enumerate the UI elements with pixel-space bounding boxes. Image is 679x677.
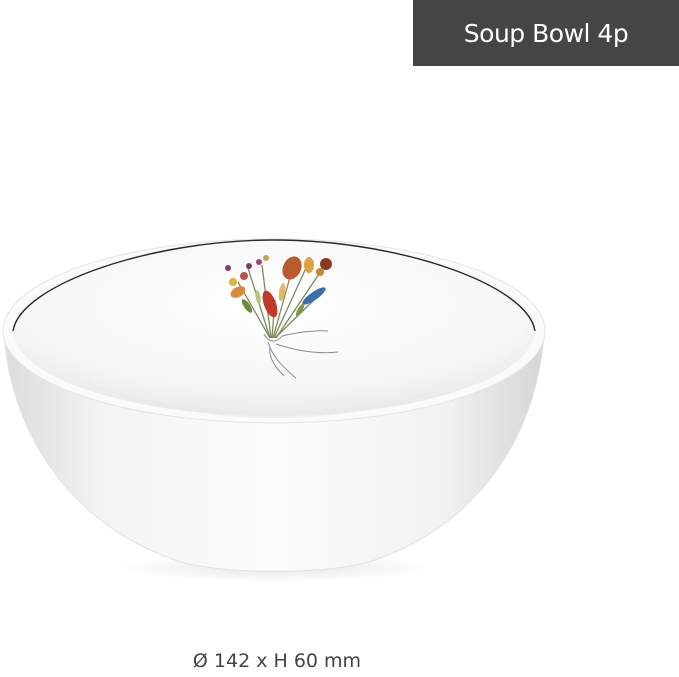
- bowl-inside: [13, 244, 535, 416]
- soup-bowl-image: [2, 238, 546, 582]
- product-title: Soup Bowl 4p: [463, 18, 629, 48]
- product-title-badge: Soup Bowl 4p: [413, 0, 679, 66]
- product-dimensions: Ø 142 x H 60 mm: [192, 650, 362, 672]
